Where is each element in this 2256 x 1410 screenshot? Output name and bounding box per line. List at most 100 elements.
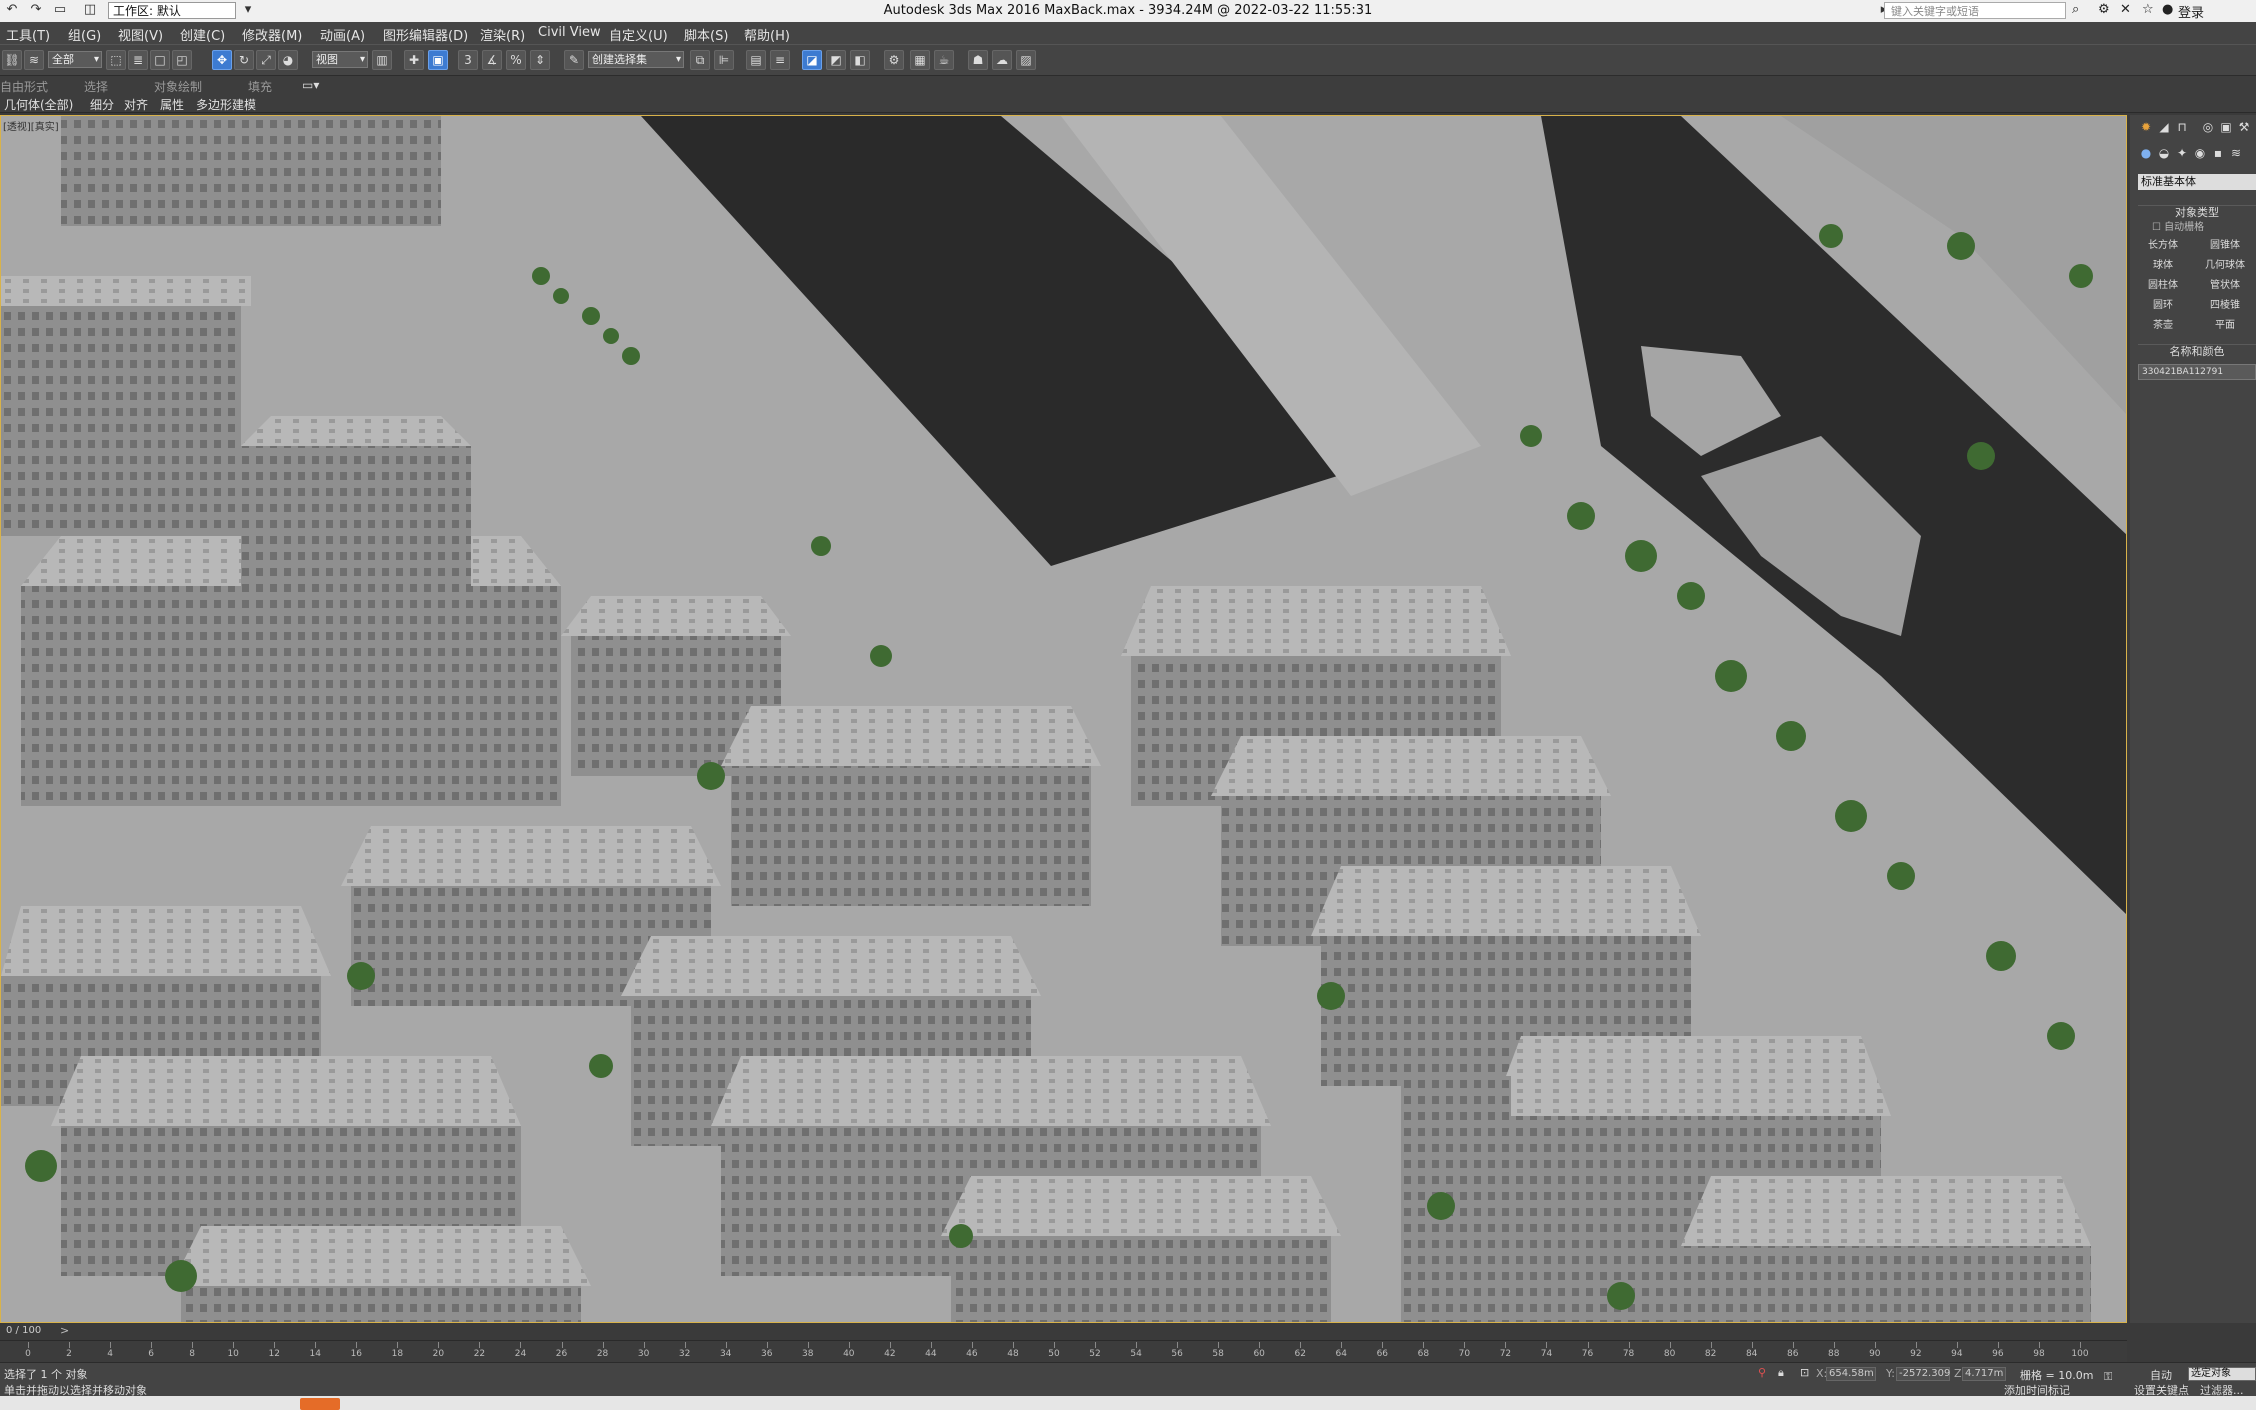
select-by-name-icon[interactable]: ≣: [128, 50, 148, 70]
hierarchy-tab-icon[interactable]: ⊓: [2174, 119, 2190, 135]
tube-button[interactable]: 管状体: [2194, 277, 2256, 295]
login-link[interactable]: 登录: [2178, 2, 2204, 21]
schematic-view-icon[interactable]: ◩: [826, 50, 846, 70]
edit-named-sets-icon[interactable]: ✎: [564, 50, 584, 70]
select-object-icon[interactable]: ⬚: [106, 50, 126, 70]
sphere-button[interactable]: 球体: [2132, 257, 2194, 275]
tab-populate[interactable]: 填充: [248, 78, 272, 95]
motion-tab-icon[interactable]: ◎: [2200, 119, 2216, 135]
select-scale-icon[interactable]: ⤢: [256, 50, 276, 70]
poly-modeling-item[interactable]: 多边形建模: [196, 96, 256, 113]
keyboard-shortcut-icon[interactable]: ▣: [428, 50, 448, 70]
menu-graph-editors[interactable]: 图形编辑器(D): [383, 25, 468, 44]
cone-button[interactable]: 圆锥体: [2194, 237, 2256, 255]
place-icon[interactable]: ◕: [278, 50, 298, 70]
helpers-icon[interactable]: ▪: [2210, 145, 2226, 161]
select-manipulate-icon[interactable]: ✚: [404, 50, 424, 70]
taskbar-app-icon[interactable]: [300, 1398, 340, 1410]
menu-rendering[interactable]: 渲染(R): [480, 25, 525, 44]
align-item[interactable]: 对齐: [124, 96, 148, 113]
render-cloud-icon[interactable]: ☁: [992, 50, 1012, 70]
named-selection-dropdown[interactable]: 创建选择集: [588, 51, 684, 68]
environment-icon[interactable]: ▨: [1016, 50, 1036, 70]
unlink-icon[interactable]: ≋: [24, 50, 44, 70]
box-button[interactable]: 长方体: [2132, 237, 2194, 255]
menu-animation[interactable]: 动画(A): [320, 25, 365, 44]
binoculars-icon[interactable]: ⌕: [2072, 2, 2079, 17]
render-production-icon[interactable]: ☕: [934, 50, 954, 70]
auto-key-button[interactable]: 自动: [2150, 1367, 2172, 1383]
window-crossing-icon[interactable]: ◰: [172, 50, 192, 70]
time-slider[interactable]: 0 / 100 >: [0, 1323, 2127, 1340]
shapes-icon[interactable]: ◒: [2156, 145, 2172, 161]
next-frame-icon[interactable]: >: [60, 1324, 69, 1337]
spinner-snap-icon[interactable]: ⇕: [530, 50, 550, 70]
subdivision-item[interactable]: 细分: [90, 96, 114, 113]
menu-create[interactable]: 创建(C): [180, 25, 225, 44]
teapot-button[interactable]: 茶壶: [2132, 317, 2194, 335]
menu-modifiers[interactable]: 修改器(M): [242, 25, 302, 44]
plane-button[interactable]: 平面: [2194, 317, 2256, 335]
tab-object-paint[interactable]: 对象绘制: [154, 78, 202, 95]
exchange-icon[interactable]: ✕: [2120, 2, 2131, 17]
layer-manager-icon[interactable]: ▤: [746, 50, 766, 70]
utilities-tab-icon[interactable]: ⚒: [2236, 119, 2252, 135]
user-icon[interactable]: ●: [2162, 2, 2173, 17]
link-icon[interactable]: ⛓: [2, 50, 22, 70]
material-editor-icon[interactable]: ◧: [850, 50, 870, 70]
pin-icon[interactable]: ⚲: [1758, 1366, 1766, 1379]
display-tab-icon[interactable]: ▣: [2218, 119, 2234, 135]
spacewarps-icon[interactable]: ≋: [2228, 145, 2244, 161]
align-icon[interactable]: ⊫: [714, 50, 734, 70]
viewport-label[interactable]: [透视][真实]: [3, 118, 59, 133]
torus-button[interactable]: 圆环: [2132, 297, 2194, 315]
x-coordinate-field[interactable]: 654.58m: [1826, 1367, 1876, 1381]
mirror-icon[interactable]: ⧉: [690, 50, 710, 70]
render-setup-icon[interactable]: ⚙: [884, 50, 904, 70]
lock-icon[interactable]: 🔒︎: [1778, 1366, 1784, 1380]
selection-filter-dropdown[interactable]: 全部: [48, 51, 102, 68]
pivot-center-icon[interactable]: ▥: [372, 50, 392, 70]
render-iterative-icon[interactable]: ☗: [968, 50, 988, 70]
perspective-viewport[interactable]: [透视][真实]: [0, 115, 2127, 1323]
ribbon-toggle-icon[interactable]: ≡: [770, 50, 790, 70]
pyramid-button[interactable]: 四棱锥: [2194, 297, 2256, 315]
modify-tab-icon[interactable]: ◢: [2156, 119, 2172, 135]
create-tab-icon[interactable]: ✹: [2138, 119, 2154, 135]
rendered-frame-icon[interactable]: ▦: [910, 50, 930, 70]
cameras-icon[interactable]: ◉: [2192, 145, 2208, 161]
menu-group[interactable]: 组(G): [68, 25, 101, 44]
star-icon[interactable]: ☆: [2142, 2, 2154, 17]
primitive-type-dropdown[interactable]: 标准基本体: [2138, 174, 2256, 190]
select-move-icon[interactable]: ✥: [212, 50, 232, 70]
select-rotate-icon[interactable]: ↻: [234, 50, 254, 70]
menu-scripting[interactable]: 脚本(S): [684, 25, 728, 44]
ribbon-options-icon[interactable]: ▭▾: [302, 78, 319, 92]
cylinder-button[interactable]: 圆柱体: [2132, 277, 2194, 295]
geosphere-button[interactable]: 几何球体: [2194, 257, 2256, 275]
ref-coord-dropdown[interactable]: 视图: [312, 51, 368, 68]
name-color-header[interactable]: 名称和颜色: [2138, 344, 2256, 359]
y-coordinate-field[interactable]: -2572.309: [1896, 1367, 1950, 1381]
subscription-icon[interactable]: ⚙: [2098, 2, 2110, 17]
key-icon[interactable]: ⚿: [2104, 1370, 2112, 1384]
rect-selection-icon[interactable]: □: [150, 50, 170, 70]
lights-icon[interactable]: ✦: [2174, 145, 2190, 161]
track-bar[interactable]: 0 2 4 6 8 10 12 14 16 18 20 22 24 26 28 30 32 34 36 38 40 42 4…: [0, 1340, 2127, 1363]
tab-freeform[interactable]: 自由形式: [0, 78, 48, 95]
angle-snap-icon[interactable]: ∡: [482, 50, 502, 70]
menu-views[interactable]: 视图(V): [118, 25, 163, 44]
curve-editor-icon[interactable]: ◪: [802, 50, 822, 70]
properties-item[interactable]: 属性: [160, 96, 184, 113]
geometry-all-item[interactable]: 几何体(全部): [4, 96, 73, 113]
percent-snap-icon[interactable]: %: [506, 50, 526, 70]
object-name-input[interactable]: 330421BA112791: [2138, 364, 2256, 380]
key-mode-dropdown[interactable]: 选定对象: [2188, 1367, 2256, 1381]
menu-tools[interactable]: 工具(T): [6, 25, 50, 44]
menu-help[interactable]: 帮助(H): [744, 25, 790, 44]
tab-selection[interactable]: 选择: [84, 78, 108, 95]
geometry-icon[interactable]: ●: [2138, 145, 2154, 161]
snaps-toggle-icon[interactable]: 3: [458, 50, 478, 70]
z-coordinate-field[interactable]: 4.717m: [1962, 1367, 2006, 1381]
menu-customize[interactable]: 自定义(U): [609, 25, 668, 44]
